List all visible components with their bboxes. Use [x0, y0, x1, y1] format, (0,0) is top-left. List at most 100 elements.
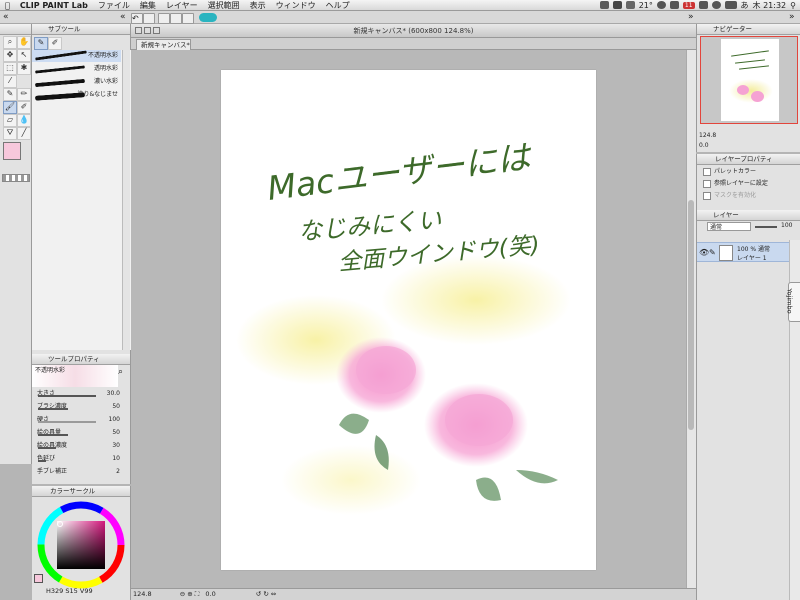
collapse-right-icon[interactable]: »	[688, 12, 694, 22]
layer-row-selected[interactable]: 👁 ✎ 100 % 通常 レイヤー 1	[697, 242, 789, 262]
eraser-tool-icon[interactable]: ▱	[3, 114, 17, 127]
navigator-zoom-row[interactable]: 124.8	[699, 132, 797, 139]
maximize-window-button[interactable]	[153, 27, 160, 34]
collapse-left-icon-2[interactable]: «	[120, 12, 126, 22]
app-menu[interactable]: CLIP PAINT Lab	[15, 0, 93, 11]
pen-tool-icon[interactable]: ✎	[3, 88, 17, 101]
navigator-rotate-row[interactable]: 0.0	[699, 142, 797, 149]
sub-tool-scrollbar[interactable]	[122, 50, 130, 350]
menu-file[interactable]: ファイル	[93, 0, 135, 11]
main-color-swatch[interactable]	[3, 142, 21, 160]
redo-button[interactable]	[143, 13, 155, 24]
volume-icon[interactable]	[669, 1, 679, 9]
rotate-right-icon[interactable]: ↻	[263, 590, 268, 598]
move-tool-icon[interactable]: ✥	[3, 49, 17, 62]
battery-icon[interactable]	[724, 1, 737, 9]
blend-tool-icon[interactable]: 💧	[17, 114, 31, 127]
object-tool-icon[interactable]: ↖	[17, 49, 31, 62]
brush-paint-blend[interactable]: 塗り&なじませ	[32, 89, 121, 101]
tool-palette: ⌕ ✋ ✥ ↖ ⬚ ✱ ⁄ ✎ ✏ 🖌 ✐ ▱ 💧 ⛛ ╱	[0, 24, 32, 464]
undo-button[interactable]: ↶	[131, 13, 143, 24]
close-window-button[interactable]	[135, 27, 142, 34]
zoom-tool-icon[interactable]: ⌕	[3, 36, 17, 49]
layer-option-mask[interactable]: マスクを有効化	[703, 190, 756, 200]
prop-stabilization[interactable]: 手ブレ補正 2	[32, 467, 128, 477]
dropbox-icon[interactable]	[612, 1, 622, 9]
collapse-left-icon[interactable]: «	[3, 12, 9, 22]
sub-tool-brush-icon[interactable]: ✎	[34, 37, 48, 50]
menu-window[interactable]: ウィンドウ	[271, 0, 321, 11]
clock[interactable]: 木 21:32	[753, 0, 787, 11]
select-tool-icon[interactable]: ⬚	[3, 62, 17, 75]
minimize-window-button[interactable]	[144, 27, 151, 34]
prop-paint-amount[interactable]: 絵の具量 50	[32, 428, 128, 438]
menu-help[interactable]: ヘルプ	[321, 0, 355, 11]
time-machine-icon[interactable]	[711, 1, 721, 9]
blend-mode-select[interactable]: 通常	[707, 222, 751, 231]
collapse-right-icon-2[interactable]: »	[789, 12, 795, 22]
opacity-value[interactable]: 100	[781, 222, 792, 229]
layer-option-reference[interactable]: 参照レイヤーに設定	[703, 178, 768, 188]
auto-select-icon[interactable]: ✱	[17, 62, 31, 75]
prop-color-stretch[interactable]: 色延び 10	[32, 454, 128, 464]
hand-tool-icon[interactable]: ✋	[17, 36, 31, 49]
sub-tool-tab[interactable]: サブツール	[48, 25, 81, 33]
scroll-thumb[interactable]	[688, 200, 694, 430]
sub-tool-pen-icon[interactable]: ✐	[48, 37, 62, 50]
command-bar: « « ↶ » »	[0, 11, 800, 24]
yojimbo-side-tab[interactable]: Yojimbo	[786, 282, 800, 322]
opacity-slider[interactable]	[755, 226, 777, 228]
brush-transparent-watercolor[interactable]: 透明水彩	[32, 63, 121, 75]
visibility-eye-icon[interactable]: 👁	[699, 248, 709, 257]
calendar-badge[interactable]: 11	[682, 1, 695, 9]
layer-tab[interactable]: レイヤー	[713, 211, 739, 219]
eyedropper-tool-icon[interactable]: ⁄	[3, 75, 17, 88]
transparent-color-swatch[interactable]	[2, 174, 30, 182]
sync-icon[interactable]	[656, 1, 666, 9]
brush-opaque-watercolor[interactable]: 不透明水彩	[32, 50, 121, 62]
transform-button[interactable]	[182, 13, 194, 24]
menu-view[interactable]: 表示	[245, 0, 271, 11]
pencil-tool-icon[interactable]: ✏	[17, 88, 31, 101]
spotlight-icon[interactable]: ⚲	[790, 1, 796, 10]
flip-icon[interactable]: ⇔	[271, 590, 276, 598]
brush-dark-watercolor[interactable]: 濃い水彩	[32, 76, 121, 88]
line-tool-icon[interactable]: ╱	[17, 127, 31, 140]
bluetooth-icon[interactable]	[698, 1, 708, 9]
prop-size[interactable]: 大きさ 30.0	[32, 389, 128, 399]
color-circle-tab[interactable]: カラーサークル	[50, 487, 95, 495]
fit-icon[interactable]: ⛶	[195, 590, 200, 598]
layer-property-tab[interactable]: レイヤープロパティ	[715, 155, 773, 163]
airbrush-tool-icon[interactable]: ✐	[17, 101, 31, 114]
menu-layer[interactable]: レイヤー	[161, 0, 203, 11]
wifi-icon[interactable]	[625, 1, 635, 9]
navigator-frame[interactable]	[700, 36, 798, 124]
evernote-icon[interactable]	[599, 1, 609, 9]
zoom-value[interactable]: 124.8	[131, 590, 152, 598]
apple-menu-icon[interactable]: 	[0, 0, 15, 11]
tool-property-tab[interactable]: ツールプロパティ	[48, 355, 100, 363]
search-icon[interactable]: ⌕	[118, 367, 123, 377]
fill-tool-icon[interactable]: ⛛	[3, 127, 17, 140]
canvas-tab[interactable]: 新規キャンバス*	[136, 39, 191, 50]
rotation-value[interactable]: 0.0	[205, 590, 215, 598]
brush-tool-icon[interactable]: 🖌	[3, 101, 17, 114]
main-color-chip[interactable]	[34, 574, 43, 583]
clear-button[interactable]	[158, 13, 170, 24]
fill-button[interactable]	[170, 13, 182, 24]
input-method[interactable]: あ	[741, 0, 749, 11]
color-wheel[interactable]	[36, 500, 126, 590]
prop-paint-density[interactable]: 絵の具濃度 30	[32, 441, 128, 451]
rotate-left-icon[interactable]: ↺	[256, 590, 261, 598]
canvas-paper[interactable]: Macユーザーには なじみにくい 全面ウインドウ(笑)	[221, 70, 596, 570]
menu-selection[interactable]: 選択範囲	[203, 0, 245, 11]
temperature-label[interactable]: 21°	[639, 1, 653, 10]
navigator-tab[interactable]: ナビゲーター	[713, 25, 752, 33]
zoom-out-icon[interactable]: ⊖	[180, 590, 185, 598]
layer-option-palette-color[interactable]: パレットカラー	[703, 166, 756, 176]
prop-brush-density[interactable]: ブラシ濃度 50	[32, 402, 128, 412]
menu-edit[interactable]: 編集	[135, 0, 161, 11]
snap-toggle-button[interactable]	[199, 13, 217, 22]
zoom-in-icon[interactable]: ⊕	[187, 590, 192, 598]
prop-hardness[interactable]: 硬さ 100	[32, 415, 128, 425]
